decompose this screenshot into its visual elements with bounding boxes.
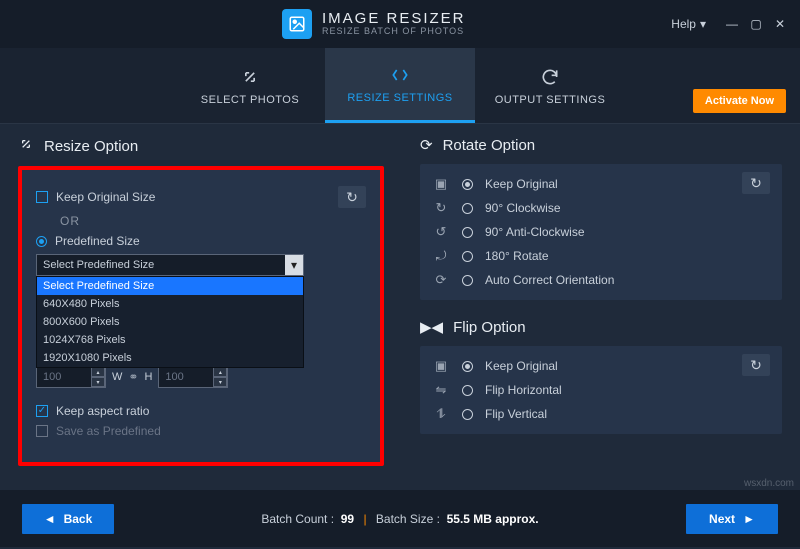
back-button[interactable]: ◄ Back [22, 504, 114, 534]
height-step-up[interactable]: ▴ [213, 367, 227, 377]
height-input[interactable]: 100 ▴▾ [158, 366, 228, 388]
expand-icon [239, 66, 261, 88]
keep-aspect-checkbox[interactable]: ✓ [36, 405, 48, 417]
save-predefined-checkbox[interactable] [36, 425, 48, 437]
rotate-ccw-icon: ↺ [432, 225, 450, 239]
select-value: Select Predefined Size [37, 259, 285, 271]
height-step-down[interactable]: ▾ [213, 377, 227, 387]
rotate-180-icon: ⤾ [432, 249, 450, 263]
batch-info: Batch Count : 99 | Batch Size : 55.5 MB … [130, 512, 670, 526]
help-menu[interactable]: Help ▾ [671, 17, 706, 31]
reset-flip-button[interactable]: ↻ [742, 354, 770, 376]
option-label: Keep Original [485, 359, 558, 373]
rotate-keep-original-radio[interactable] [462, 179, 473, 190]
tab-label: OUTPUT SETTINGS [495, 94, 606, 106]
predefined-size-dropdown: Select Predefined Size 640X480 Pixels 80… [36, 276, 304, 368]
save-predefined-label: Save as Predefined [56, 424, 161, 438]
option-label: 90° Anti-Clockwise [485, 225, 585, 239]
rotate-options-panel: ↻ ▣ Keep Original ↻ 90° Clockwise ↺ 90° … [420, 164, 782, 300]
rotate-auto-radio[interactable] [462, 275, 473, 286]
flip-vertical-radio[interactable] [462, 409, 473, 420]
help-label: Help [671, 17, 696, 31]
size-option[interactable]: 1024X768 Pixels [37, 331, 303, 349]
tab-label: SELECT PHOTOS [201, 94, 299, 106]
predefined-size-radio[interactable] [36, 236, 47, 247]
size-option[interactable]: 1920X1080 Pixels [37, 349, 303, 367]
watermark: wsxdn.com [744, 478, 794, 489]
chevron-right-icon: ► [743, 512, 755, 526]
size-option[interactable]: 800X600 Pixels [37, 313, 303, 331]
rotate-90ccw-radio[interactable] [462, 227, 473, 238]
minimize-button[interactable]: — [720, 12, 744, 36]
app-logo [282, 9, 312, 39]
width-input[interactable]: 100 ▴▾ [36, 366, 106, 388]
chevron-left-icon: ◄ [44, 512, 56, 526]
or-label: OR [60, 214, 80, 228]
rotate-cw-icon: ↻ [432, 201, 450, 215]
option-label: 90° Clockwise [485, 201, 561, 215]
footer-bar: ◄ Back Batch Count : 99 | Batch Size : 5… [0, 490, 800, 547]
link-icon[interactable]: ⚭ [128, 370, 138, 384]
next-button[interactable]: Next ► [686, 504, 778, 534]
predefined-size-select[interactable]: Select Predefined Size ▾ [36, 254, 304, 276]
tab-bar: SELECT PHOTOS RESIZE SETTINGS OUTPUT SET… [0, 48, 800, 124]
flip-horizontal-icon: ⇋ [432, 383, 450, 397]
keep-aspect-label: Keep aspect ratio [56, 404, 149, 418]
width-step-up[interactable]: ▴ [91, 367, 105, 377]
resize-icon [389, 64, 411, 86]
keep-original-size-checkbox[interactable] [36, 191, 48, 203]
resize-option-heading: Resize Option [18, 136, 384, 156]
keep-original-size-label: Keep Original Size [56, 190, 155, 204]
option-label: Flip Horizontal [485, 383, 562, 397]
option-label: Auto Correct Orientation [485, 273, 614, 287]
rotate-180-radio[interactable] [462, 251, 473, 262]
image-icon: ▣ [432, 177, 450, 191]
height-label: H [144, 371, 152, 383]
chevron-down-icon: ▾ [700, 17, 706, 31]
option-label: Keep Original [485, 177, 558, 191]
maximize-button[interactable]: ▢ [744, 12, 768, 36]
flip-icon: ▶◀ [420, 318, 443, 336]
tab-resize-settings[interactable]: RESIZE SETTINGS [325, 48, 475, 123]
size-option[interactable]: Select Predefined Size [37, 277, 303, 295]
tab-select-photos[interactable]: SELECT PHOTOS [175, 48, 325, 123]
auto-correct-icon: ⟳ [432, 273, 450, 287]
rotate-90cw-radio[interactable] [462, 203, 473, 214]
predefined-size-label: Predefined Size [55, 234, 140, 248]
rotate-option-heading: ⟳ Rotate Option [420, 136, 782, 154]
expand-icon [18, 136, 34, 156]
close-button[interactable]: ✕ [768, 12, 792, 36]
activate-button[interactable]: Activate Now [693, 89, 786, 113]
rotate-icon: ⟳ [420, 136, 433, 154]
reset-resize-button[interactable]: ↻ [338, 186, 366, 208]
title-bar: IMAGE RESIZER RESIZE BATCH OF PHOTOS Hel… [0, 0, 800, 48]
dropdown-arrow-icon[interactable]: ▾ [285, 255, 303, 275]
resize-options-panel: Keep Original Size ↻ OR Predefined Size … [18, 166, 384, 466]
image-icon: ▣ [432, 359, 450, 373]
size-option[interactable]: 640X480 Pixels [37, 295, 303, 313]
app-title-block: IMAGE RESIZER RESIZE BATCH OF PHOTOS [322, 11, 466, 37]
option-label: Flip Vertical [485, 407, 547, 421]
flip-keep-original-radio[interactable] [462, 361, 473, 372]
flip-horizontal-radio[interactable] [462, 385, 473, 396]
option-label: 180° Rotate [485, 249, 549, 263]
app-subtitle: RESIZE BATCH OF PHOTOS [322, 27, 466, 37]
flip-vertical-icon: ⥮ [432, 407, 450, 421]
refresh-icon [539, 66, 561, 88]
flip-options-panel: ↻ ▣ Keep Original ⇋ Flip Horizontal ⥮ Fl… [420, 346, 782, 434]
tab-output-settings[interactable]: OUTPUT SETTINGS [475, 48, 625, 123]
reset-rotate-button[interactable]: ↻ [742, 172, 770, 194]
width-step-down[interactable]: ▾ [91, 377, 105, 387]
flip-option-heading: ▶◀ Flip Option [420, 318, 782, 336]
app-title: IMAGE RESIZER [322, 11, 466, 28]
width-label: W [112, 371, 122, 383]
tab-label: RESIZE SETTINGS [347, 92, 452, 104]
